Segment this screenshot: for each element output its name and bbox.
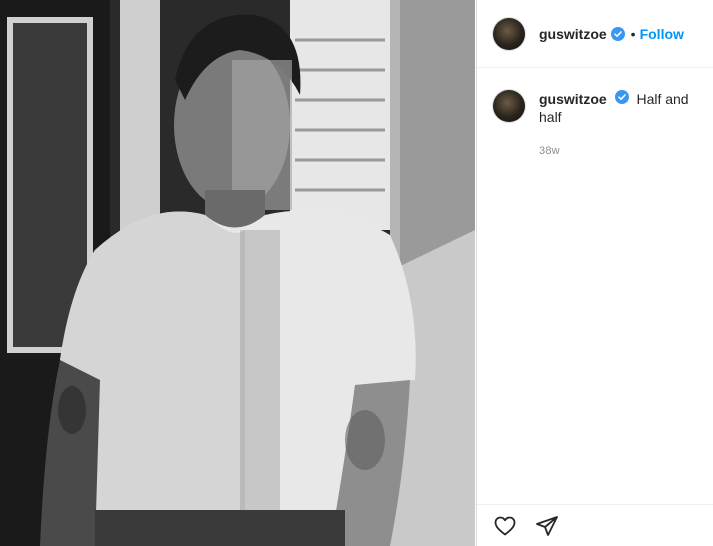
- caption-verified-badge-icon: [614, 90, 629, 104]
- separator-dot: •: [630, 25, 636, 42]
- photo-illustration: [0, 0, 475, 546]
- caption-username[interactable]: guswitzoe: [539, 91, 607, 107]
- share-button[interactable]: [533, 512, 561, 540]
- post-side-panel: guswitzoe • Follow guswitzoe Half and ha…: [476, 0, 713, 546]
- post-header: guswitzoe • Follow: [477, 0, 713, 68]
- post-timestamp[interactable]: 38w: [539, 142, 697, 160]
- heart-icon: [494, 516, 516, 535]
- post-photo[interactable]: [0, 0, 475, 546]
- header-username[interactable]: guswitzoe: [539, 26, 607, 42]
- like-button[interactable]: [491, 512, 519, 540]
- caption-avatar[interactable]: [493, 90, 525, 122]
- post-actions-bar: [477, 504, 713, 546]
- caption-comment: guswitzoe Half and half 38w: [477, 68, 713, 160]
- follow-button[interactable]: Follow: [640, 26, 684, 42]
- avatar[interactable]: [493, 17, 525, 50]
- paper-plane-icon: [536, 515, 558, 536]
- caption-body: guswitzoe Half and half 38w: [539, 90, 697, 160]
- verified-badge-icon: [610, 26, 625, 41]
